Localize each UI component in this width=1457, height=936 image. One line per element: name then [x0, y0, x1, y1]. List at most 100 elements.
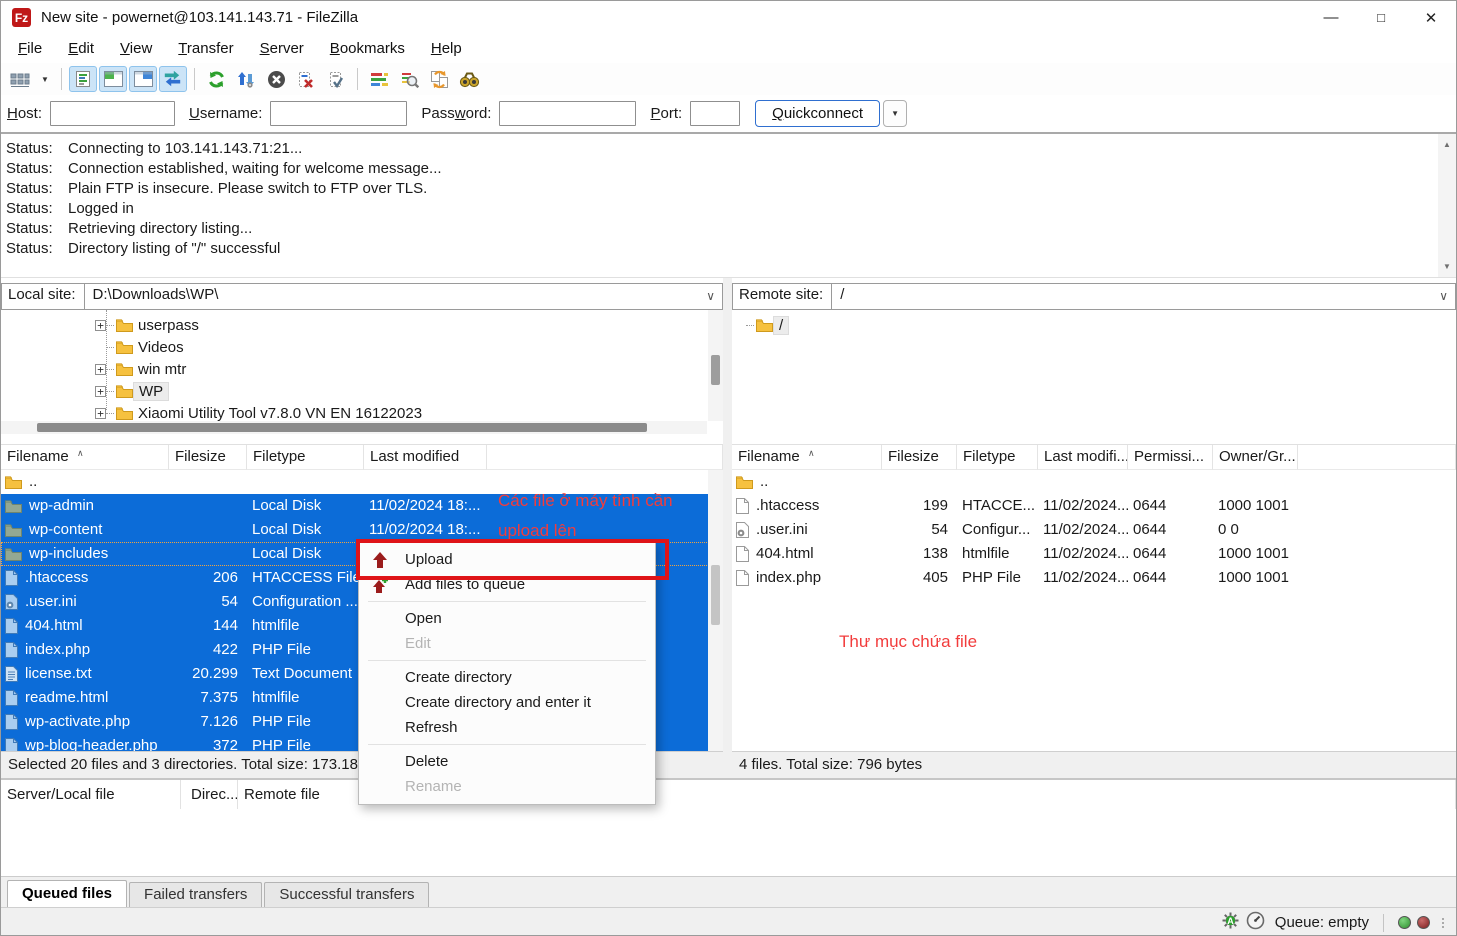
menu-transfer[interactable]: Transfer	[165, 37, 246, 60]
menu-item-create-directory-and-enter-it[interactable]: Create directory and enter it	[359, 690, 655, 715]
tab-failed-transfers[interactable]: Failed transfers	[129, 882, 263, 907]
column-header-filename[interactable]: Filename ∧	[1, 445, 169, 470]
tab-successful-transfers[interactable]: Successful transfers	[264, 882, 430, 907]
local-tree-vscrollbar[interactable]	[708, 310, 723, 421]
host-field[interactable]	[50, 101, 176, 126]
local-site-combobox[interactable]: D:\Downloads\WP\ ∨	[84, 283, 723, 310]
toggle-transfer-queue-button[interactable]	[159, 66, 187, 92]
file-row--[interactable]: ..	[732, 470, 1456, 494]
chevron-down-icon[interactable]: ∨	[1439, 289, 1448, 303]
toggle-remote-tree-button[interactable]	[129, 66, 157, 92]
column-header-permissi[interactable]: Permissi...	[1128, 445, 1213, 470]
menu-separator	[368, 601, 646, 602]
scroll-down-icon[interactable]: ▼	[1438, 258, 1456, 275]
synchronized-browsing-button[interactable]	[425, 66, 453, 92]
menu-item-refresh[interactable]: Refresh	[359, 715, 655, 740]
tree-item-videos[interactable]: Videos	[1, 336, 723, 358]
column-header-filetype[interactable]: Filetype	[957, 445, 1038, 470]
queue-column-direc[interactable]: Direc...	[181, 780, 238, 809]
tree-expander-icon[interactable]: +	[95, 407, 106, 419]
tab-queued-files[interactable]: Queued files	[7, 880, 128, 907]
local-list-scrollbar[interactable]	[708, 470, 723, 751]
file-row--user-ini[interactable]: .user.ini 54 Configur... 11/02/2024... 0644 0…	[732, 518, 1456, 542]
maximize-button[interactable]: □	[1356, 1, 1406, 34]
column-header-ownergr[interactable]: Owner/Gr...	[1213, 445, 1298, 470]
menu-view[interactable]: View	[107, 37, 165, 60]
tree-expander-icon[interactable]: +	[95, 363, 106, 375]
file-modified	[364, 470, 487, 494]
file-name: .user.ini	[1, 590, 169, 614]
column-header-lastmodifi[interactable]: Last modifi...	[1038, 445, 1128, 470]
file-owner: 1000 1001	[1218, 569, 1289, 586]
transfer-tabs: Queued files Failed transfers Successful t…	[1, 876, 1456, 907]
tree-expander-icon[interactable]: +	[95, 319, 106, 331]
toggle-message-log-button[interactable]	[69, 66, 97, 92]
quickconnect-button[interactable]: Quickconnect	[755, 100, 881, 127]
tree-item-wp[interactable]: + WP	[1, 380, 723, 402]
column-header-lastmodified[interactable]: Last modified	[364, 445, 487, 470]
tree-item-root[interactable]: /	[732, 314, 1456, 336]
file-row-404-html[interactable]: 404.html 138 htmlfile 11/02/2024... 0644 1000…	[732, 542, 1456, 566]
auto-transfer-mode-icon[interactable]: A	[1221, 911, 1240, 934]
menu-bookmarks[interactable]: Bookmarks	[317, 37, 418, 60]
username-field-label: Username:	[189, 105, 263, 122]
username-field[interactable]	[270, 101, 408, 126]
menu-help[interactable]: Help	[418, 37, 475, 60]
tree-expander-icon[interactable]: +	[95, 385, 106, 397]
pane-splitter[interactable]	[723, 278, 732, 778]
site-manager-button[interactable]	[6, 66, 34, 92]
reconnect-button[interactable]	[322, 66, 350, 92]
toolbar-separator	[357, 68, 358, 90]
log-scrollbar[interactable]: ▲ ▼	[1438, 134, 1456, 277]
find-files-button[interactable]	[455, 66, 483, 92]
column-header-filesize[interactable]: Filesize	[169, 445, 247, 470]
quickconnect-dropdown-button[interactable]: ▼	[883, 100, 908, 127]
menu-edit[interactable]: Edit	[55, 37, 107, 60]
file-row-index-php[interactable]: index.php 405 PHP File 11/02/2024... 0644 100…	[732, 566, 1456, 590]
transfer-queue-header: Server/Local file Direc... Remote file	[1, 778, 1456, 809]
file-size	[882, 470, 957, 494]
file-type: Configur...	[962, 521, 1031, 538]
folder-icon	[116, 362, 133, 376]
column-header-filetype[interactable]: Filetype	[247, 445, 364, 470]
window-controls: — □ ✕	[1306, 1, 1456, 34]
column-header-filesize[interactable]: Filesize	[882, 445, 957, 470]
scroll-up-icon[interactable]: ▲	[1438, 136, 1456, 153]
svg-text:A: A	[1227, 916, 1234, 926]
menu-item-add-files-to-queue[interactable]: Add files to queue	[359, 572, 655, 597]
disconnect-button[interactable]	[292, 66, 320, 92]
menu-server[interactable]: Server	[247, 37, 317, 60]
file-icon	[5, 714, 18, 730]
remote-path: /	[840, 286, 845, 303]
close-button[interactable]: ✕	[1406, 1, 1456, 34]
cancel-button[interactable]	[262, 66, 290, 92]
menu-item-create-directory[interactable]: Create directory	[359, 665, 655, 690]
remote-site-combobox[interactable]: / ∨	[832, 283, 1456, 310]
log-status-label: Status:	[6, 140, 53, 157]
refresh-button[interactable]	[202, 66, 230, 92]
speed-limits-icon[interactable]	[1246, 911, 1265, 934]
resize-grip[interactable]	[1442, 917, 1444, 928]
chevron-down-icon[interactable]: ∨	[706, 289, 715, 303]
menu-file[interactable]: File	[5, 37, 55, 60]
process-queue-button[interactable]	[232, 66, 260, 92]
local-tree-hscrollbar[interactable]	[1, 421, 707, 434]
password-field[interactable]	[499, 101, 637, 126]
column-header-filename[interactable]: Filename ∧	[732, 445, 882, 470]
menu-item-upload[interactable]: Upload	[359, 547, 655, 572]
queue-column-serverlocalfile[interactable]: Server/Local file	[1, 780, 181, 809]
folder-icon	[736, 475, 753, 489]
toggle-local-tree-button[interactable]	[99, 66, 127, 92]
tree-item-userpass[interactable]: + userpass	[1, 314, 723, 336]
filter-button[interactable]	[365, 66, 393, 92]
minimize-button[interactable]: —	[1306, 1, 1356, 34]
file-size	[169, 518, 247, 542]
directory-comparison-button[interactable]	[395, 66, 423, 92]
port-field[interactable]	[690, 101, 741, 126]
file-row--htaccess[interactable]: .htaccess 199 HTACCE... 11/02/2024... 0644 10…	[732, 494, 1456, 518]
site-manager-dropdown[interactable]: ▼	[36, 66, 54, 92]
menu-item-delete[interactable]: Delete	[359, 749, 655, 774]
menu-item-open[interactable]: Open	[359, 606, 655, 631]
tree-item-win-mtr[interactable]: + win mtr	[1, 358, 723, 380]
log-message: Connecting to 103.141.143.71:21...	[68, 140, 303, 157]
